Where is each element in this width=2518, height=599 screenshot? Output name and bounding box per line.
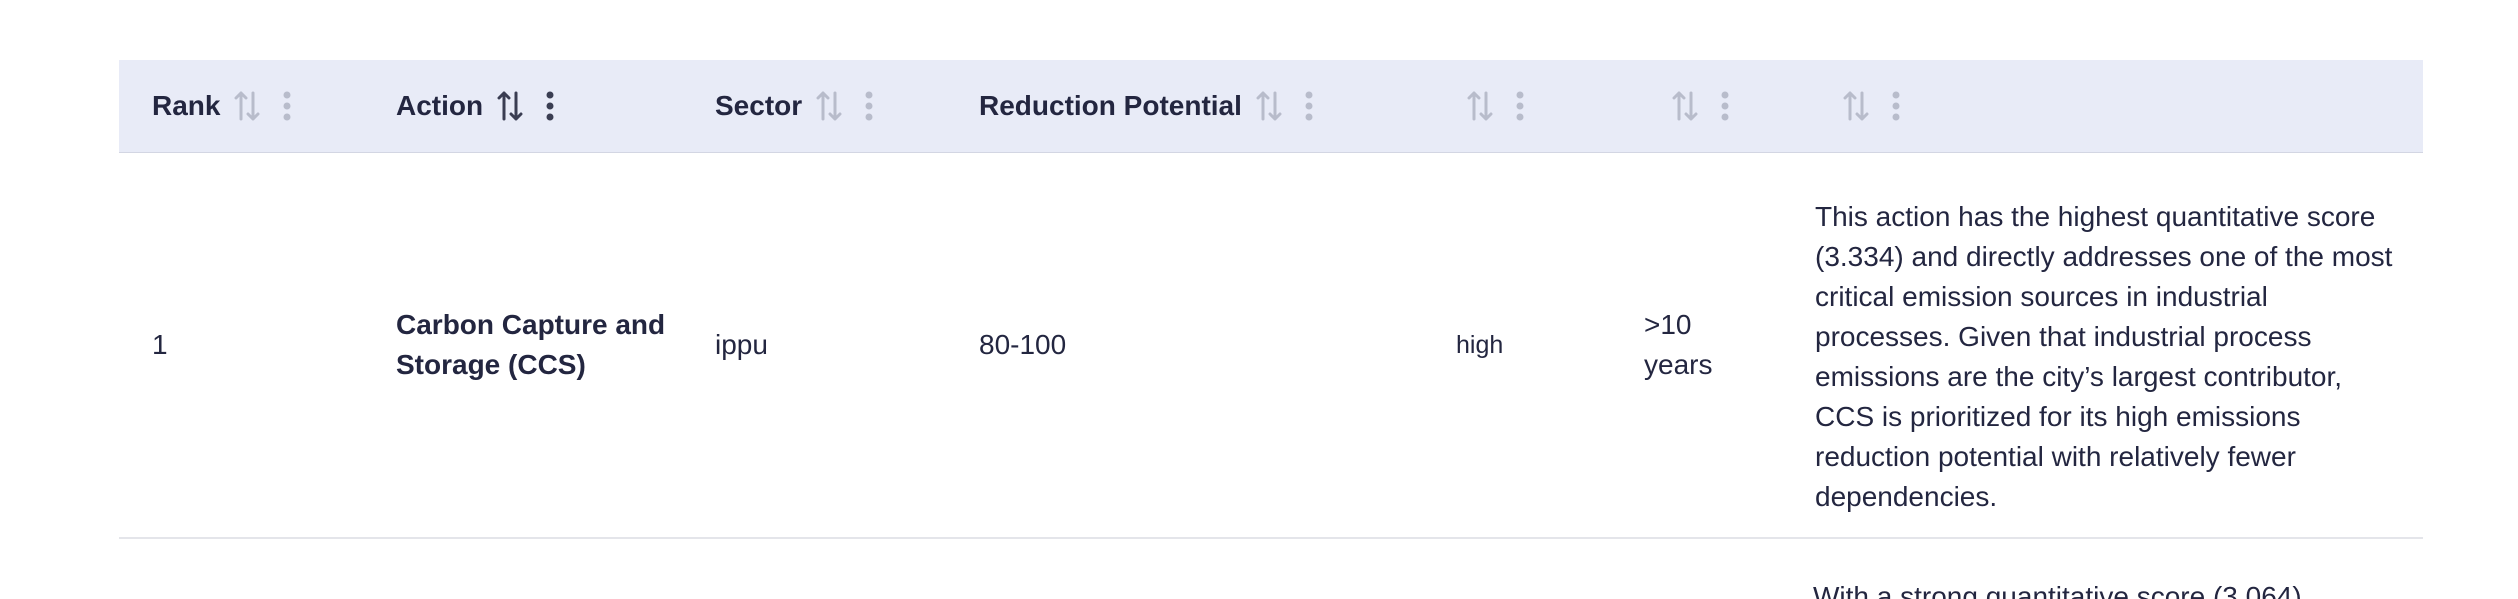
column-header-sector[interactable]: Sector — [715, 60, 874, 152]
cell-reduction-potential: 80-100 — [979, 329, 1067, 360]
column-menu-icon[interactable] — [282, 91, 292, 121]
sort-arrows-icon[interactable] — [1256, 89, 1282, 123]
cell-explanation: With a strong quantitative score (3.064) — [1813, 581, 2302, 599]
column-header-5[interactable] — [1453, 60, 1525, 152]
sort-arrows-icon[interactable] — [816, 89, 842, 123]
sort-arrows-icon[interactable] — [234, 89, 260, 123]
column-header-action[interactable]: Action — [396, 60, 555, 152]
sort-arrows-icon[interactable] — [1467, 89, 1493, 123]
column-menu-icon[interactable] — [1515, 91, 1525, 121]
cell-rank: 1 — [152, 329, 168, 360]
column-label: Reduction Potential — [979, 90, 1242, 121]
actions-table: Rank Action Sector Reduction Potential 1… — [119, 60, 2423, 599]
column-label: Action — [396, 90, 484, 121]
cell-level: high — [1456, 331, 1504, 359]
sort-arrows-icon[interactable] — [1672, 89, 1698, 123]
column-menu-icon[interactable] — [864, 91, 874, 121]
cell-action: Carbon Capture and Storage (CCS) — [396, 309, 666, 380]
table-row[interactable]: With a strong quantitative score (3.064) — [119, 539, 2423, 599]
table-row[interactable]: 1 Carbon Capture and Storage (CCS) ippu … — [119, 153, 2423, 539]
column-header-6[interactable] — [1658, 60, 1730, 152]
column-label: Sector — [715, 90, 803, 121]
sort-arrows-icon[interactable] — [497, 89, 523, 123]
table-header: Rank Action Sector Reduction Potential — [119, 60, 2423, 153]
column-header-reduction-potential[interactable]: Reduction Potential — [979, 60, 1314, 152]
cell-sector: ippu — [715, 329, 768, 360]
cell-explanation: This action has the highest quantitative… — [1815, 201, 2393, 512]
sort-arrows-icon[interactable] — [1843, 89, 1869, 123]
column-header-rank[interactable]: Rank — [152, 60, 292, 152]
column-menu-icon[interactable] — [1304, 91, 1314, 121]
column-menu-icon[interactable] — [1720, 91, 1730, 121]
column-menu-icon[interactable] — [1891, 91, 1901, 121]
column-header-7[interactable] — [1829, 60, 1901, 152]
column-menu-icon[interactable] — [545, 91, 555, 121]
cell-timeline: >10 years — [1644, 309, 1713, 380]
column-label: Rank — [152, 90, 221, 121]
